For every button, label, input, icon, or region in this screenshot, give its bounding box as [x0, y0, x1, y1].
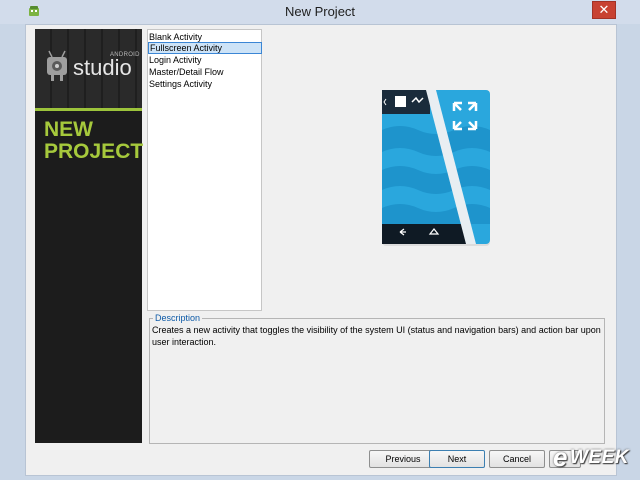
sidebar-heading-line2: PROJECT: [44, 140, 144, 163]
close-button[interactable]: ✕: [592, 1, 616, 19]
window-title: New Project: [284, 4, 356, 19]
sidebar-logo-area: ANDROID studio: [35, 29, 142, 109]
description-text: Creates a new activity that toggles the …: [152, 325, 601, 347]
sidebar-heading-line1: NEW: [44, 118, 93, 141]
next-button[interactable]: Next: [429, 450, 485, 468]
new-project-window: New Project ✕ ANDROID studio NEW PROJECT: [0, 0, 640, 480]
fullscreen-activity-preview-icon: [382, 90, 490, 246]
title-bar[interactable]: New Project ✕: [0, 0, 640, 24]
studio-logo-text: studio: [73, 55, 132, 80]
close-icon: ✕: [598, 2, 610, 17]
sidebar-divider: [35, 108, 142, 111]
previous-button[interactable]: Previous: [369, 450, 437, 468]
description-legend: Description: [153, 313, 203, 323]
wizard-sidebar: ANDROID studio NEW PROJECT: [35, 29, 144, 443]
sidebar-heading: NEW PROJECT: [44, 118, 144, 163]
watermark-text: WEEK: [570, 447, 629, 468]
list-item-settings-activity[interactable]: Settings Activity: [148, 78, 260, 90]
android-robot-icon: [47, 50, 67, 81]
watermark-e: e: [553, 442, 568, 472]
list-item-fullscreen-activity[interactable]: Fullscreen Activity: [148, 42, 262, 54]
cancel-button[interactable]: Cancel: [489, 450, 545, 468]
activity-template-list[interactable]: Blank Activity Fullscreen Activity Login…: [147, 29, 262, 311]
list-item-login-activity[interactable]: Login Activity: [148, 54, 260, 66]
list-item-master-detail-flow[interactable]: Master/Detail Flow: [148, 66, 260, 78]
